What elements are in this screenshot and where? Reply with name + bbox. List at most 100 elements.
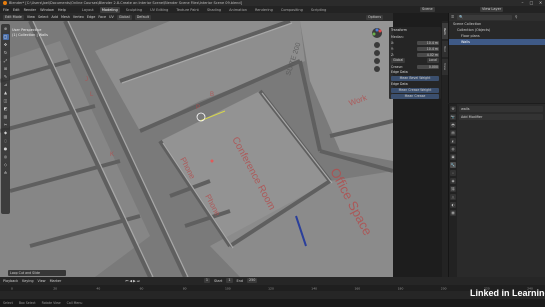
constraints-properties-icon[interactable]: ⛓ (450, 186, 456, 192)
playback-menu[interactable]: Playback (3, 279, 18, 283)
uv-menu[interactable]: UV (109, 15, 114, 19)
workspace-tab-rendering[interactable]: Rendering (253, 7, 275, 13)
workspace-tab-animation[interactable]: Animation (227, 7, 249, 13)
mean-crease-field[interactable]: Mean Crease (391, 94, 439, 99)
workspace-tab-shading[interactable]: Shading (205, 7, 223, 13)
outliner-search-input[interactable]: 🔍 (457, 14, 513, 20)
annotate-tool-icon[interactable]: ✎ (2, 74, 9, 80)
timeline: Playback Keying View Marker ⏮ ◀ ▶ ⏭ 1 St… (0, 277, 545, 299)
rotate-tool-icon[interactable]: ↻ (2, 50, 9, 56)
object-properties-icon[interactable]: ▣ (450, 154, 456, 160)
crease-field[interactable]: 0.000 (417, 64, 439, 69)
keying-menu[interactable]: Keying (22, 279, 33, 283)
data-properties-icon[interactable]: △ (450, 194, 456, 200)
outliner-display-icon[interactable]: ☰ (451, 15, 454, 19)
current-frame-field[interactable]: 1 (203, 278, 211, 283)
edge-menu[interactable]: Edge (87, 15, 96, 19)
particles-properties-icon[interactable]: ∴ (450, 170, 456, 176)
output-properties-icon[interactable]: 🖶 (450, 122, 456, 128)
y-field[interactable]: 10.4 m (417, 46, 439, 51)
label-letter-b: B (210, 92, 214, 98)
physics-properties-icon[interactable]: ◉ (450, 178, 456, 184)
last-operator-panel[interactable]: Loop Cut and Slide (8, 270, 66, 276)
shear-tool-icon[interactable]: ◇ (2, 162, 9, 168)
render-properties-icon[interactable]: 📷 (450, 114, 456, 120)
add-modifier-button[interactable]: Add Modifier (459, 114, 543, 120)
menu-render[interactable]: Render (24, 8, 36, 12)
extrude-tool-icon[interactable]: ▲ (2, 90, 9, 96)
workspace-tab-uv-editing[interactable]: UV Editing (148, 7, 170, 13)
inset-tool-icon[interactable]: ◫ (2, 98, 9, 104)
orientation-dropdown[interactable]: Global (116, 14, 132, 20)
bevel-tool-icon[interactable]: ◩ (2, 106, 9, 112)
3d-viewport[interactable]: Conference Room Phone Phone SUITE 200 Of… (0, 21, 393, 277)
knife-tool-icon[interactable]: ✂ (2, 122, 9, 128)
y-label: Y: (391, 46, 394, 51)
menu-file[interactable]: File (3, 8, 9, 12)
measure-tool-icon[interactable]: ⊿ (2, 82, 9, 88)
play-controls-icon[interactable]: ⏮ ◀ ▶ ⏭ (125, 279, 140, 283)
transform-tool-icon[interactable]: ⊞ (2, 66, 9, 72)
label-letter-j: J (85, 77, 88, 83)
view-menu-timeline[interactable]: View (38, 279, 46, 283)
outliner-row-walls[interactable]: Walls (449, 39, 545, 45)
workspace-tab-sculpting[interactable]: Sculpting (124, 7, 144, 13)
mean-bevel-weight-field[interactable]: Mean Bevel Weight (391, 76, 439, 81)
cursor-tool-icon[interactable]: ⊕ (2, 26, 9, 32)
scale-tool-icon[interactable]: ⤢ (2, 58, 9, 64)
edge-data-header-2[interactable]: Edge Data (391, 82, 439, 87)
menu-edit[interactable]: Edit (13, 8, 20, 12)
mean-crease-weight-field[interactable]: Mean Crease Weight (391, 88, 439, 93)
mode-dropdown[interactable]: Edit Mode (3, 14, 24, 20)
shrink-tool-icon[interactable]: ◎ (2, 154, 9, 160)
material-properties-icon[interactable]: ◐ (450, 202, 456, 208)
view-menu[interactable]: View (27, 15, 35, 19)
workspace-tab-layout[interactable]: Layout (80, 7, 96, 13)
select-box-tool-icon[interactable]: ▢ (2, 34, 9, 40)
x-field[interactable]: 10.4 m (417, 40, 439, 45)
timeline-ruler[interactable]: 0 20 40 60 80 100 120 140 160 180 200 220 240 (0, 285, 545, 291)
workspace-tab-texture-paint[interactable]: Texture Paint (174, 7, 201, 13)
texture-properties-icon[interactable]: ▦ (450, 210, 456, 216)
local-toggle[interactable]: Local (426, 58, 439, 63)
add-menu[interactable]: Add (51, 15, 58, 19)
median-label: Median: (391, 34, 404, 39)
menu-window[interactable]: Window (40, 8, 54, 12)
end-frame-field[interactable]: 250 (246, 278, 258, 283)
workspace-tab-scripting[interactable]: Scripting (309, 7, 329, 13)
tool-properties-icon[interactable]: ⚒ (450, 106, 456, 112)
label-letter-p: P (196, 105, 200, 111)
mesh-menu[interactable]: Mesh (61, 15, 70, 19)
vertex-menu[interactable]: Vertex (73, 15, 84, 19)
scene-properties-icon[interactable]: ◭ (450, 138, 456, 144)
menu-help[interactable]: Help (58, 8, 66, 12)
smooth-tool-icon[interactable]: ● (2, 146, 9, 152)
modifier-properties-icon[interactable]: 🔧 (450, 162, 456, 168)
loop-cut-tool-icon[interactable]: ▥ (2, 114, 9, 120)
scene-selector[interactable]: Scene (420, 7, 435, 12)
navigation-gizmo[interactable] (370, 27, 384, 93)
options-dropdown[interactable]: Options (366, 14, 384, 20)
pivot-dropdown[interactable]: Default (134, 14, 152, 20)
z-field[interactable]: 4.02 m (417, 52, 439, 57)
face-menu[interactable]: Face (98, 15, 106, 19)
edge-data-header[interactable]: Edge Data (391, 70, 439, 75)
timeline-tick-label: 100 (225, 287, 231, 291)
marker-menu[interactable]: Marker (50, 279, 62, 283)
select-menu[interactable]: Select (38, 15, 48, 19)
workspace-tab-modeling[interactable]: Modeling (99, 6, 120, 13)
move-tool-icon[interactable]: ✥ (2, 42, 9, 48)
start-frame-field[interactable]: 1 (226, 278, 233, 283)
view-layer-selector[interactable]: View Layer (480, 7, 504, 12)
view-layer-properties-icon[interactable]: ▤ (450, 130, 456, 136)
workspace-tab-compositing[interactable]: Compositing (279, 7, 305, 13)
global-toggle[interactable]: Global (391, 58, 406, 63)
spin-tool-icon[interactable]: ◌ (2, 138, 9, 144)
rip-tool-icon[interactable]: ⋔ (2, 170, 9, 176)
poly-build-tool-icon[interactable]: ◆ (2, 130, 9, 136)
transform-section-header[interactable]: Transform (391, 28, 439, 33)
filter-icon[interactable]: ⚲ (515, 15, 517, 19)
world-properties-icon[interactable]: ◍ (450, 146, 456, 152)
object-name-field[interactable]: walls (459, 106, 543, 112)
last-operator-label: Loop Cut and Slide (10, 271, 40, 275)
